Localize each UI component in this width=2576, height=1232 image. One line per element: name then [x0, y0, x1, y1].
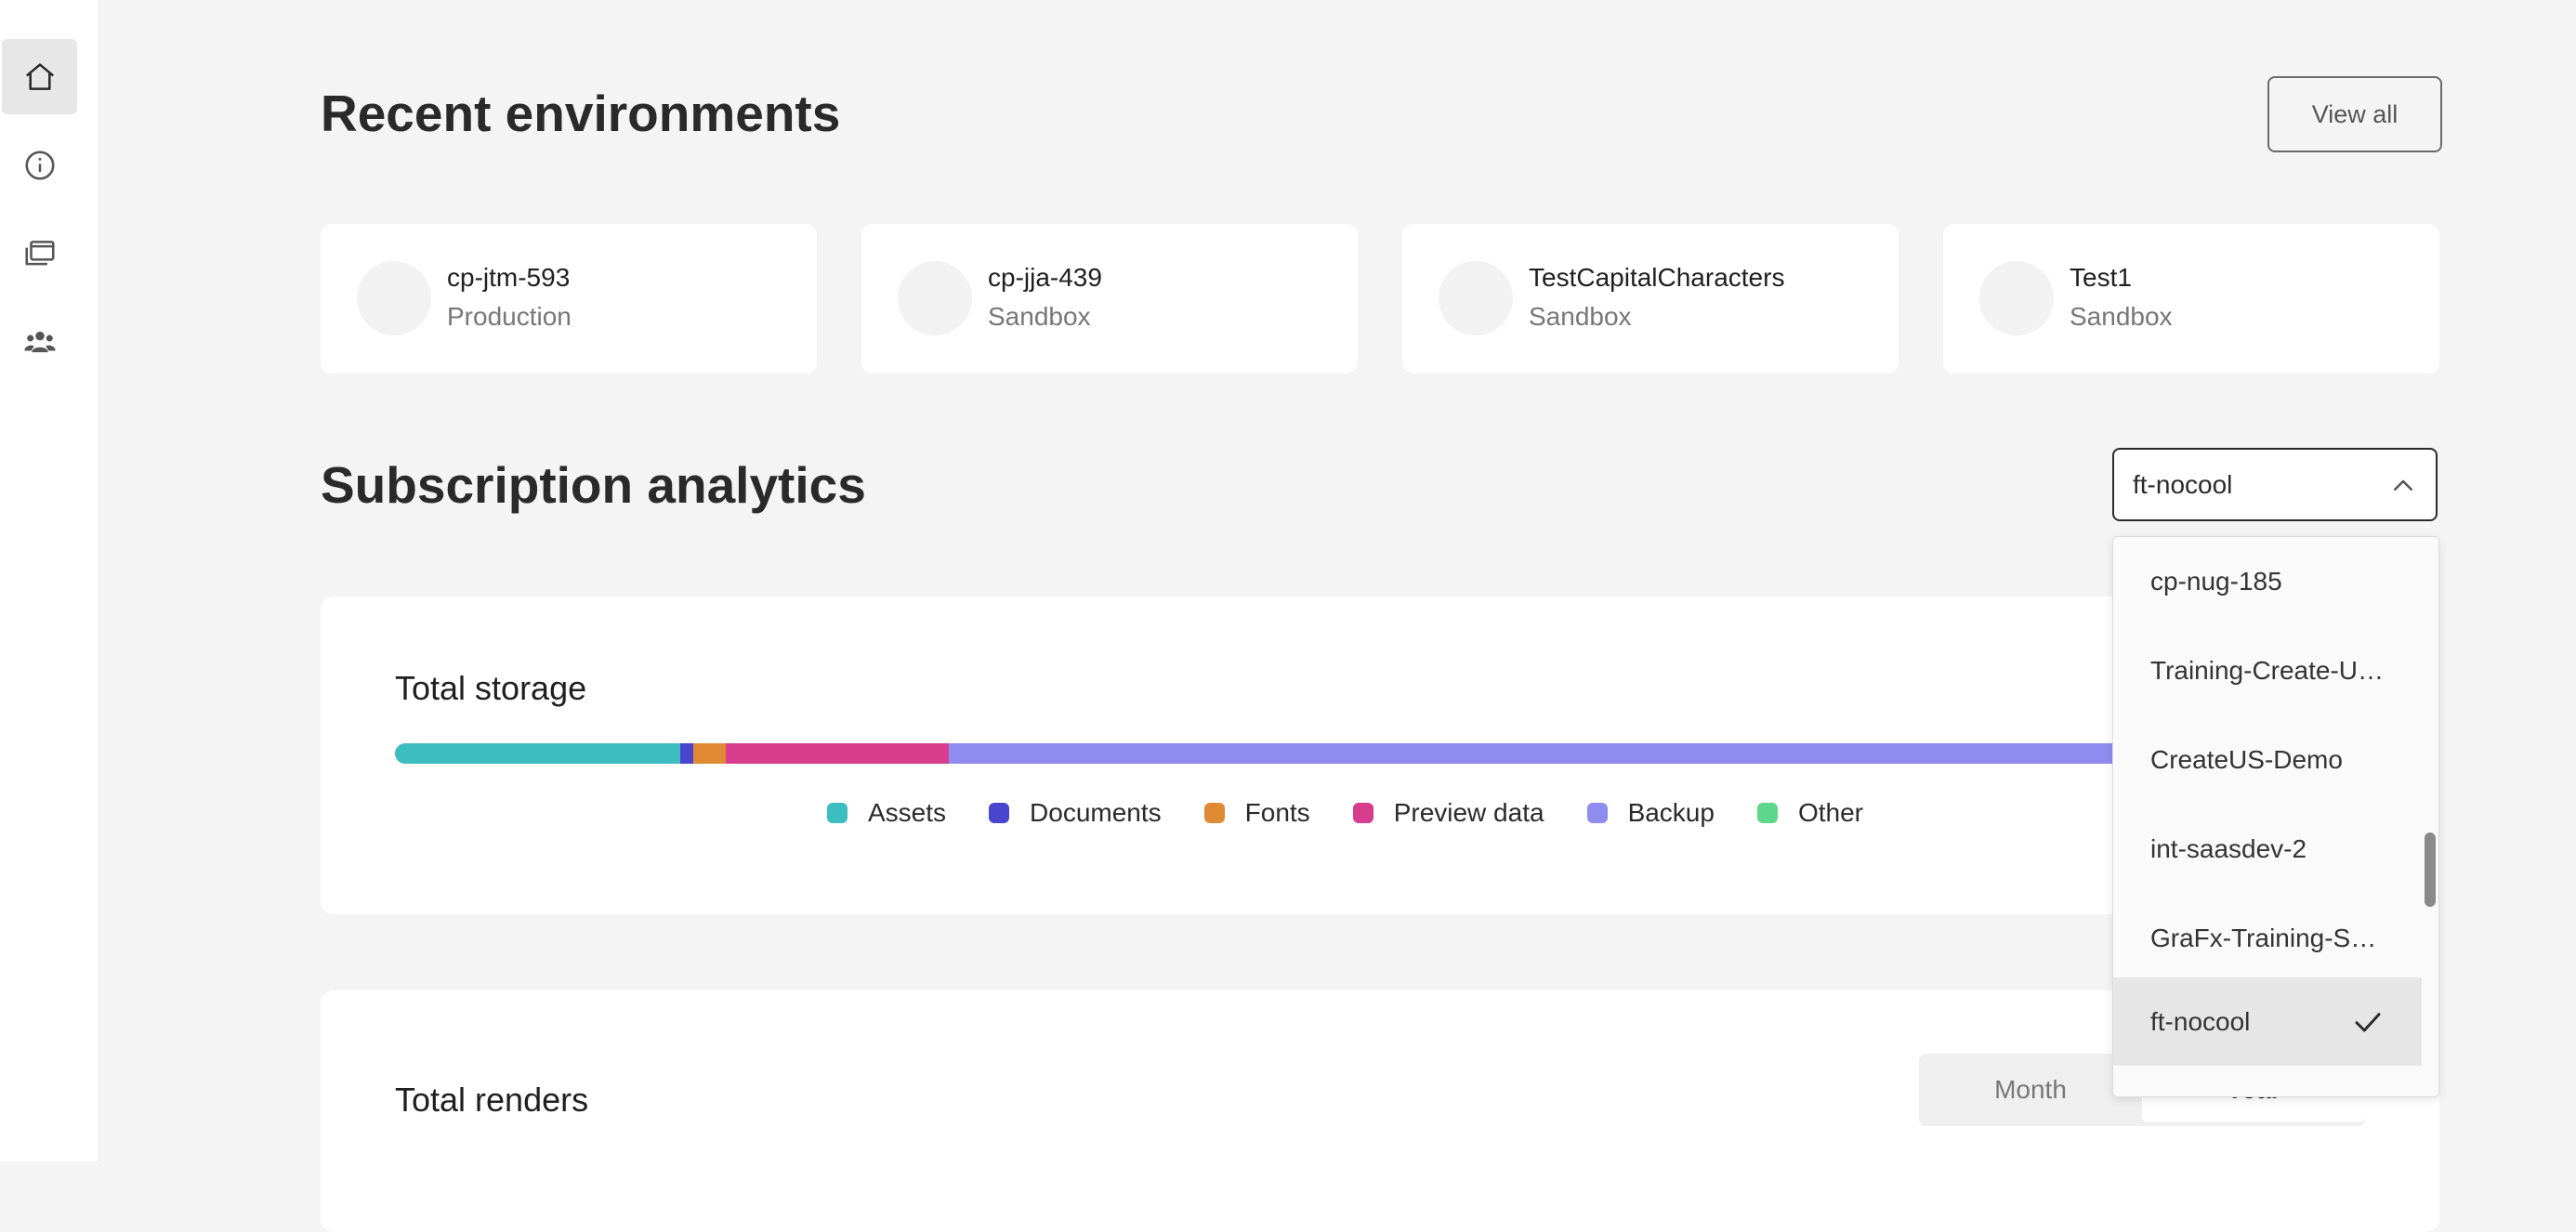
environment-type: Sandbox [988, 302, 1091, 331]
legend-swatch [1203, 803, 1225, 823]
environment-card[interactable]: cp-jja-439 Sandbox [861, 224, 1358, 374]
storage-segment-documents [679, 743, 693, 764]
legend-item: Backup [1586, 798, 1715, 828]
legend-label: Backup [1627, 798, 1715, 827]
total-storage-title: Total storage [395, 669, 587, 707]
environment-avatar [1979, 261, 2054, 335]
dropdown-option[interactable]: GraFx-Training-ST… [2113, 894, 2422, 982]
environment-name: cp-jja-439 [988, 263, 1102, 292]
dropdown-option-selected[interactable]: ft-nocool [2113, 977, 2422, 1066]
sidebar-item-users[interactable] [2, 304, 77, 379]
environment-type: Sandbox [1529, 302, 1632, 331]
storage-segment-preview-data [726, 743, 949, 764]
environment-card[interactable]: TestCapitalCharacters Sandbox [1402, 224, 1899, 374]
legend-label: Other [1797, 798, 1863, 827]
legend-item: Documents [989, 798, 1162, 828]
environment-type: Sandbox [2070, 302, 2173, 331]
chevron-up-icon [2394, 479, 2412, 491]
storage-segment-backup [948, 743, 2235, 764]
environment-card[interactable]: cp-jtm-593 Production [321, 224, 817, 374]
environment-avatar [1439, 261, 1513, 335]
info-icon [24, 150, 55, 180]
legend-item: Fonts [1203, 798, 1310, 828]
period-option-month[interactable]: Month [1919, 1054, 2142, 1126]
users-icon [23, 331, 56, 352]
sidebar-item-home[interactable] [2, 39, 77, 114]
environment-select[interactable]: ft-nocool [2112, 448, 2438, 521]
storage-legend: Assets Documents Fonts Preview data Backup Ot… [827, 798, 1906, 828]
check-icon [2355, 1013, 2381, 1032]
legend-item: Assets [827, 798, 946, 828]
environment-name: cp-jtm-593 [447, 263, 571, 292]
subscription-analytics-title: Subscription analytics [321, 456, 866, 514]
legend-label: Fonts [1244, 798, 1310, 827]
sidebar-item-environments[interactable] [2, 216, 77, 291]
environment-select-value: ft-nocool [2133, 470, 2233, 499]
storage-segment-assets [395, 743, 680, 764]
sidebar [0, 0, 99, 1161]
legend-swatch [827, 803, 848, 823]
environments-icon [24, 240, 55, 265]
total-renders-title: Total renders [395, 1081, 589, 1119]
legend-swatch [1756, 803, 1778, 823]
environment-avatar [357, 261, 431, 335]
dropdown-option[interactable]: Training-Create-US… [2113, 626, 2422, 714]
dropdown-option[interactable]: CreateUS-Demo [2113, 715, 2422, 804]
legend-swatch [989, 803, 1010, 823]
legend-swatch [1586, 803, 1608, 823]
environment-name: Test1 [2070, 263, 2132, 292]
dropdown-scrollbar-thumb[interactable] [2425, 832, 2436, 907]
legend-label: Preview data [1393, 798, 1544, 827]
storage-segment-fonts [692, 743, 727, 764]
view-all-button[interactable]: View all [2267, 76, 2442, 152]
legend-item: Other [1756, 798, 1863, 828]
legend-label: Documents [1030, 798, 1162, 827]
environment-name: TestCapitalCharacters [1529, 263, 1785, 292]
legend-item: Preview data [1352, 798, 1544, 828]
recent-environments-title: Recent environments [321, 85, 841, 142]
environment-avatar [898, 261, 972, 335]
home-icon [25, 62, 54, 90]
dropdown-option[interactable]: int-saasdev-2 [2113, 805, 2422, 893]
legend-swatch [1352, 803, 1373, 823]
environment-dropdown: cp-nug-185 Training-Create-US… CreateUS-… [2112, 536, 2439, 1097]
legend-label: Assets [868, 798, 947, 827]
environment-card[interactable]: Test1 Sandbox [1943, 224, 2439, 374]
storage-bar [395, 743, 2235, 764]
sidebar-item-info[interactable] [2, 127, 77, 203]
dropdown-option[interactable]: cp-nug-185 [2113, 537, 2422, 625]
environment-type: Production [447, 302, 572, 331]
